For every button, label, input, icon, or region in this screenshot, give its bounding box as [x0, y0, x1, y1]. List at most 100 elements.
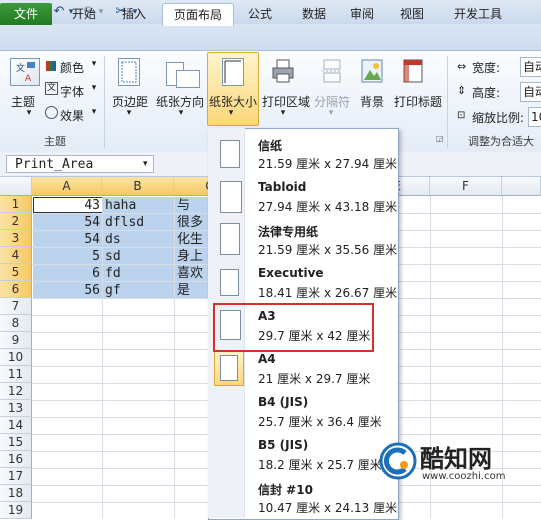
paper-name: B4 (JIS) [258, 395, 309, 409]
scale-input[interactable]: 10 [528, 107, 541, 127]
menu-item-tabloid[interactable]: Tabloid 27.94 厘米 x 43.18 厘米 [208, 174, 397, 217]
cell-b6[interactable]: gf [105, 282, 173, 299]
effects-dropdown-icon[interactable]: ▾ [90, 107, 98, 117]
paper-name: 信封 #10 [258, 483, 313, 497]
print-titles-icon[interactable] [402, 58, 424, 84]
cell-b2[interactable]: dflsd [105, 214, 173, 231]
row-header[interactable]: 1 [0, 196, 32, 213]
printer-icon[interactable] [272, 58, 294, 84]
cell-a1[interactable]: 43 [34, 197, 100, 214]
row-header[interactable]: 5 [0, 264, 32, 281]
menu-item-letter[interactable]: 信纸 21.59 厘米 x 27.94 厘米 [208, 131, 397, 174]
breaks-icon [322, 58, 342, 84]
page-setup-launcher-icon[interactable]: ◲ [436, 134, 444, 143]
cell-b1[interactable]: haha [105, 197, 173, 214]
menu-item-executive[interactable]: Executive 18.41 厘米 x 26.67 厘米 [208, 260, 397, 303]
cell-c3[interactable]: 化生 [177, 231, 207, 248]
height-icon: ⇕ [457, 84, 467, 97]
select-all-corner[interactable] [0, 177, 32, 196]
svg-text:文: 文 [16, 62, 25, 74]
row-header[interactable]: 9 [0, 332, 32, 349]
menu-item-envelope-10[interactable]: 信封 #10 10.47 厘米 x 24.13 厘米 [208, 475, 397, 518]
column-header-g[interactable] [502, 177, 541, 196]
tab-developer[interactable]: 开发工具 [446, 3, 510, 25]
print-area-dropdown-icon[interactable]: ▾ [278, 108, 288, 118]
row-header[interactable]: 7 [0, 298, 32, 315]
cell-a5[interactable]: 6 [34, 265, 100, 282]
row-header[interactable]: 19 [0, 502, 32, 519]
cell-b3[interactable]: ds [105, 231, 173, 248]
paper-size-icon[interactable] [222, 58, 244, 86]
cell-c5[interactable]: 喜欢 [177, 265, 207, 282]
tab-page-layout[interactable]: 页面布局 [162, 3, 234, 26]
row-header[interactable]: 13 [0, 400, 32, 417]
row-header[interactable]: 8 [0, 315, 32, 332]
cell-c4[interactable]: 身上 [177, 248, 207, 265]
row-header[interactable]: 18 [0, 485, 32, 502]
themes-icon[interactable]: 文A [10, 58, 40, 86]
watermark-logo-icon [379, 442, 417, 480]
tab-data[interactable]: 数据 [292, 3, 336, 25]
orientation-dropdown-icon[interactable]: ▾ [176, 108, 186, 118]
menu-item-a4[interactable]: A4 21 厘米 x 29.7 厘米 [208, 346, 397, 389]
cell-b4[interactable]: sd [105, 248, 173, 265]
print-titles-button[interactable]: 打印标题 [392, 93, 444, 110]
cell-a3[interactable]: 54 [34, 231, 100, 248]
themes-button[interactable]: 主题 [6, 93, 40, 110]
background-button[interactable]: 背景 [356, 93, 388, 110]
cell-a4[interactable]: 5 [34, 248, 100, 265]
row-header[interactable]: 12 [0, 383, 32, 400]
cell-c6[interactable]: 是 [177, 282, 207, 299]
row-header[interactable]: 16 [0, 451, 32, 468]
row-header[interactable]: 4 [0, 247, 32, 264]
paper-dimensions: 21 厘米 x 29.7 厘米 [258, 372, 371, 386]
scale-label: 缩放比例: [472, 111, 525, 125]
row-header[interactable]: 10 [0, 349, 32, 366]
name-box-dropdown-icon[interactable]: ▾ [143, 157, 153, 171]
row-header[interactable]: 3 [0, 230, 32, 247]
tab-review[interactable]: 审阅 [340, 3, 384, 25]
name-box[interactable]: Print_Area [6, 155, 154, 173]
group-divider [104, 56, 105, 148]
margins-icon[interactable] [118, 58, 140, 86]
orientation-landscape-icon[interactable] [176, 70, 200, 88]
column-header-f[interactable]: F [430, 177, 502, 196]
themes-dropdown-icon[interactable]: ▾ [24, 108, 34, 118]
tab-insert[interactable]: 插入 [112, 3, 156, 25]
column-header-b[interactable]: B [102, 177, 174, 196]
margins-dropdown-icon[interactable]: ▾ [124, 108, 134, 118]
tab-formulas[interactable]: 公式 [238, 3, 282, 25]
size-dropdown-icon[interactable]: ▾ [226, 108, 236, 118]
highlight-box-a3 [213, 303, 374, 352]
gridline [102, 196, 103, 518]
tab-file[interactable]: 文件 [0, 3, 52, 25]
cell-c2[interactable]: 很多 [177, 214, 207, 231]
tab-view[interactable]: 视图 [390, 3, 434, 25]
cell-b5[interactable]: fd [105, 265, 173, 282]
row-header[interactable]: 11 [0, 366, 32, 383]
colors-button[interactable]: 颜色 [60, 59, 90, 76]
row-header[interactable]: 15 [0, 434, 32, 451]
background-icon[interactable] [360, 58, 384, 84]
paper-icon [220, 181, 242, 213]
menu-item-b4-jis[interactable]: B4 (JIS) 25.7 厘米 x 36.4 厘米 [208, 389, 397, 432]
fonts-dropdown-icon[interactable]: ▾ [90, 83, 98, 93]
width-icon: ⇔ [457, 60, 467, 73]
row-header[interactable]: 2 [0, 213, 32, 230]
width-select[interactable]: 自动 [520, 57, 541, 77]
row-header[interactable]: 17 [0, 468, 32, 485]
breaks-dropdown-icon[interactable]: ▾ [326, 108, 336, 118]
colors-dropdown-icon[interactable]: ▾ [90, 59, 98, 69]
cell-a6[interactable]: 56 [34, 282, 100, 299]
menu-item-legal[interactable]: 法律专用纸 21.59 厘米 x 35.56 厘米 [208, 217, 397, 260]
fonts-button[interactable]: 字体 [60, 83, 90, 100]
row-header[interactable]: 14 [0, 417, 32, 434]
menu-item-b5-jis[interactable]: B5 (JIS) 18.2 厘米 x 25.7 厘米 [208, 432, 397, 475]
cell-a2[interactable]: 54 [34, 214, 100, 231]
effects-button[interactable]: 效果 [60, 107, 90, 124]
height-select[interactable]: 自动 [520, 82, 541, 102]
cell-c1[interactable]: 与 [177, 197, 207, 214]
tab-home[interactable]: 开始 [62, 3, 106, 25]
row-header[interactable]: 6 [0, 281, 32, 298]
column-header-a[interactable]: A [32, 177, 102, 196]
